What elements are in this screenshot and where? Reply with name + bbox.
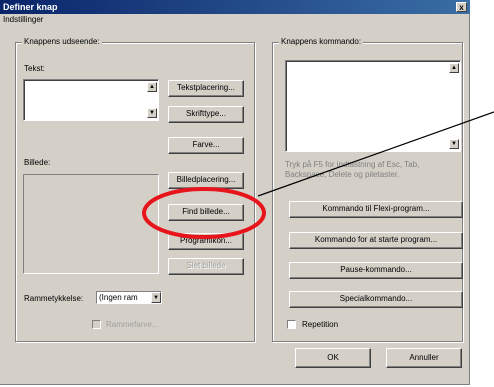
command-scroll-up-icon[interactable]: ▲: [449, 63, 459, 73]
text-placement-button[interactable]: Tekstplacering...: [168, 80, 244, 97]
button-text-field[interactable]: ▲ ▼: [23, 79, 159, 121]
frame-thickness-label: Rammetykkelse:: [24, 294, 84, 303]
find-image-button[interactable]: Find billede...: [168, 204, 244, 221]
frame-thickness-value: (Ingen ram: [99, 293, 138, 302]
font-type-button[interactable]: Skrifttype...: [168, 106, 244, 123]
delete-image-button[interactable]: Slet billede: [168, 258, 244, 275]
command-scroll-down-icon[interactable]: ▼: [449, 139, 459, 149]
ok-button[interactable]: OK: [295, 348, 371, 368]
start-program-button[interactable]: Kommando for at starte program...: [289, 232, 463, 249]
appearance-group-title: Knappens udseende:: [22, 37, 102, 47]
repeat-label: Repetition: [302, 320, 339, 329]
color-button[interactable]: Farve...: [168, 137, 244, 154]
repeat-checkbox[interactable]: [287, 320, 296, 329]
window-title: Definer knap: [3, 2, 58, 12]
close-button[interactable]: x: [456, 2, 467, 12]
flexi-command-button[interactable]: Kommando til Flexi-program...: [289, 201, 463, 218]
image-placement-button[interactable]: Billedplacering...: [168, 172, 244, 189]
command-text-field[interactable]: ▲ ▼: [285, 60, 461, 152]
command-group-title: Knappens kommando:: [279, 37, 364, 47]
special-command-button[interactable]: Specialkommando...: [289, 291, 463, 308]
cancel-button[interactable]: Annuller: [386, 348, 462, 368]
frame-thickness-select[interactable]: (Ingen ram ▼: [96, 291, 162, 304]
frame-color-label: Rammefarve...: [106, 320, 159, 329]
frame-color-checkbox: [92, 320, 101, 329]
dialog-window: Definer knap x Indstillinger Knappens ud…: [0, 0, 470, 385]
pause-command-button[interactable]: Pause-kommando...: [289, 262, 463, 279]
scroll-down-icon[interactable]: ▼: [147, 108, 157, 118]
image-preview: [23, 174, 159, 274]
scroll-up-icon[interactable]: ▲: [147, 82, 157, 92]
program-icon-button[interactable]: Programikon...: [168, 233, 244, 250]
title-bar: Definer knap x: [0, 0, 470, 14]
menu-settings[interactable]: Indstillinger: [3, 15, 43, 25]
image-label: Billede:: [24, 158, 51, 167]
chevron-down-icon[interactable]: ▼: [151, 292, 161, 303]
command-hint-text: Tryk på F5 for indtastning af Esc, Tab, …: [285, 160, 420, 179]
text-label: Tekst:: [24, 64, 45, 73]
